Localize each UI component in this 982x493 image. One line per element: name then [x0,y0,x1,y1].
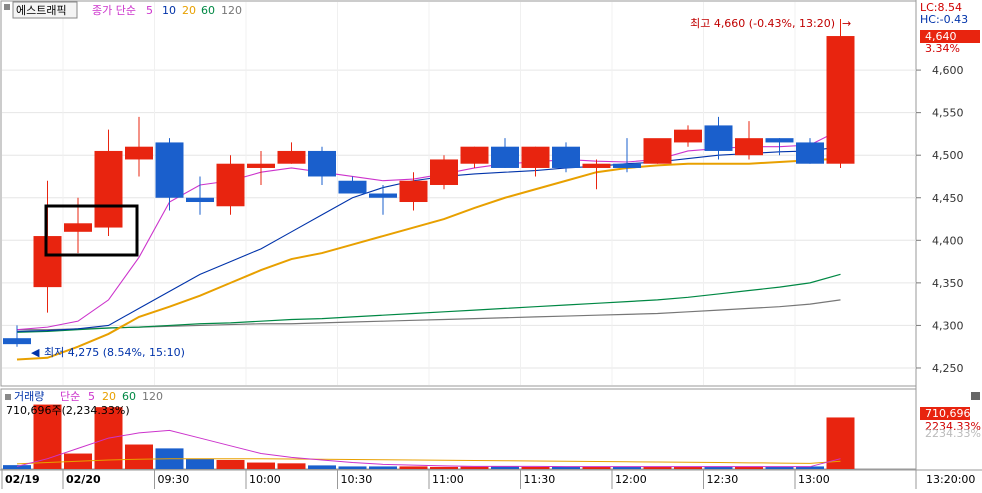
time-tick-label: 12:30 [707,473,739,486]
time-tick-label: 13:00 [798,473,830,486]
price-tick-label: 4,250 [932,362,964,375]
time-tick-label: 12:00 [615,473,647,486]
candle-body [826,36,855,164]
candle-body [155,142,184,198]
ma-legend-20[interactable]: 20 [182,4,196,17]
candle-body [582,163,611,168]
volume-panel-toggle-icon[interactable] [971,392,980,400]
low-annotation: 최저 4,275 (8.54%, 15:10) [44,346,185,359]
candle-body [369,193,397,198]
volume-bar [521,466,550,469]
candle-body [491,146,519,168]
price-tick-label: 4,550 [932,107,964,120]
volume-bar [216,459,245,469]
volume-bar [613,466,641,469]
volume-ma-legend-20[interactable]: 20 [102,390,116,403]
volume-badge-text: 710,696 [925,407,971,420]
volume-legend-prefix[interactable]: 거래량 [14,390,44,403]
volume-ma-legend-5[interactable]: 5 [88,390,95,403]
volume-bar [277,463,306,469]
price-tick-label: 4,500 [932,149,964,162]
time-tick-label: 11:00 [432,473,464,486]
candle-body [3,338,31,345]
volume-bar [460,466,489,469]
high-arrow-icon: → [842,17,851,30]
low-arrow-icon: ◀ [31,346,40,359]
volume-bar [765,466,794,469]
price-tick-label: 4,450 [932,192,964,205]
price-tick-label: 4,400 [932,234,964,247]
time-tick-label: 11:30 [524,473,556,486]
ma-legend-5[interactable]: 5 [146,4,153,17]
candle-body [247,163,275,168]
candle-body [521,146,550,168]
candle-body [460,146,489,164]
time-tick-label: 13:20:00 [926,473,975,486]
time-tick-label: 09:30 [158,473,190,486]
candle-body [552,146,580,168]
volume-bar [186,458,214,469]
candle-body [704,125,733,151]
candle-body [277,150,306,164]
candle-body [338,180,367,194]
volume-ma-legend-60[interactable]: 60 [122,390,136,403]
last-change-pct: 3.34% [925,42,960,55]
stock-chart: 4,250 4,300 4,350 4,400 4,450 4,500 4,550 4,600… [0,0,982,489]
volume-bar [674,466,702,469]
volume-ma-legend-120[interactable]: 120 [142,390,163,403]
time-tick-label: 10:30 [341,473,373,486]
ma-legend-10[interactable]: 10 [162,4,176,17]
symbol-name: 에스트래픽 [16,4,67,17]
volume-ma-prefix[interactable]: 단순 [60,390,80,403]
price-tick-label: 4,600 [932,64,964,77]
candle-body [796,142,824,164]
volume-bar [125,444,153,469]
high-annotation: 최고 4,660 (-0.43%, 13:20) [690,17,835,30]
time-tick-label: 10:00 [249,473,281,486]
candle-body [613,163,641,168]
candle-body [674,129,702,143]
volume-bar [3,465,31,469]
candle-body [125,146,153,160]
chart-canvas: 4,250 4,300 4,350 4,400 4,450 4,500 4,550 4,600… [0,0,982,489]
volume-readout: 710,696주(2,234.33%) [6,404,130,417]
volume-legend-square-icon [5,394,11,400]
price-tick-label: 4,300 [932,319,964,332]
time-tick-label: 02/19 [5,473,40,486]
candle-body [399,180,428,203]
candle-body [64,223,92,232]
ma-legend-prefix[interactable]: 종가 단순 [92,4,136,17]
time-tick-label: 02/20 [66,473,101,486]
candle-body [430,159,458,185]
volume-badge-pct-ghost: 2234.33% [925,427,981,440]
ma-legend-60[interactable]: 60 [201,4,215,17]
volume-bar [582,466,611,469]
candle-body [765,138,794,143]
volume-bar [247,462,275,469]
volume-bar [369,466,397,469]
candle-body [308,150,336,177]
volume-bar [399,466,428,469]
candle-body [643,138,672,164]
volume-bar [430,466,458,469]
candle-body [735,138,763,156]
candle-body [94,150,123,228]
volume-bar [308,465,336,469]
ma-legend-120[interactable]: 120 [221,4,242,17]
candle-body [216,163,245,207]
legend-square-icon [4,4,10,10]
hc-label: HC:-0.43 [920,13,968,26]
candle-body [186,197,214,203]
volume-bar [338,466,367,469]
price-tick-label: 4,350 [932,277,964,290]
